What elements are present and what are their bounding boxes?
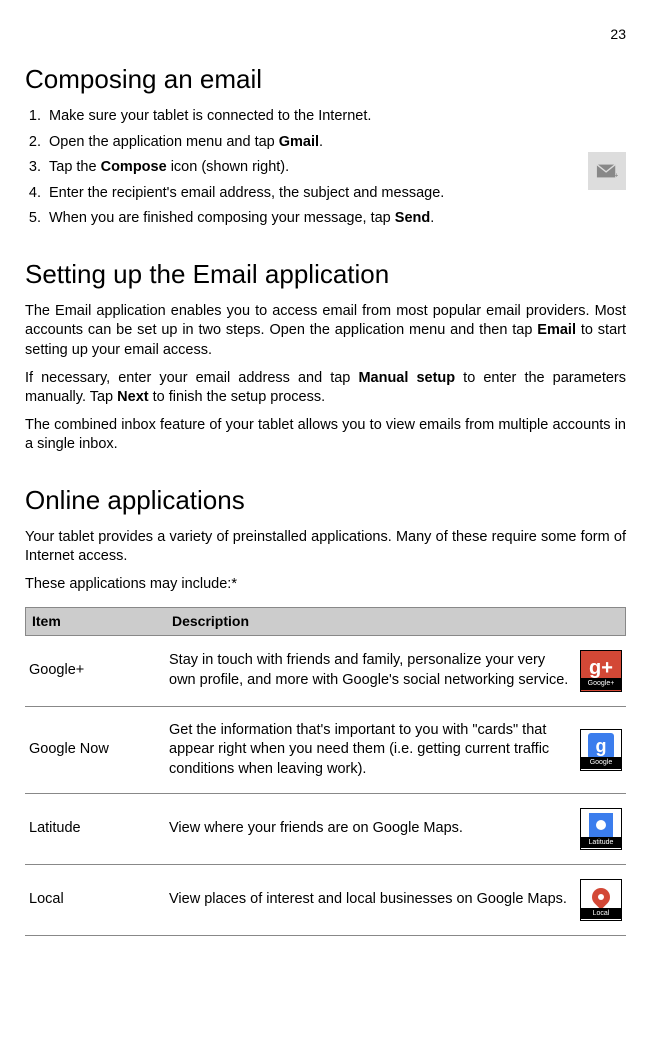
step-3-text: Tap the: [49, 159, 101, 175]
page-number: 23: [25, 25, 626, 44]
app-item-label: Latitude: [29, 819, 169, 839]
app-description: View places of interest and local busine…: [169, 890, 580, 910]
icon-label: Google: [581, 757, 621, 768]
p2c: to finish the setup process.: [149, 389, 326, 405]
step-2: Open the application menu and tap Gmail.: [45, 133, 626, 153]
app-item-label: Local: [29, 890, 169, 910]
step-5-text: When you are finished composing your mes…: [49, 210, 395, 226]
th-description: Description: [172, 612, 619, 631]
local-icon: Local: [580, 879, 622, 921]
th-item: Item: [32, 612, 172, 631]
step-3: Tap the Compose icon (shown right).: [45, 158, 626, 178]
email-para-2: If necessary, enter your email address a…: [25, 369, 626, 408]
step-3-suffix: icon (shown right).: [167, 159, 290, 175]
table-row: Latitude View where your friends are on …: [25, 794, 626, 865]
svg-text:+: +: [614, 170, 618, 179]
heading-composing-email: Composing an email: [25, 62, 626, 97]
compose-icon: +: [588, 152, 626, 190]
p1a: The Email application enables you to acc…: [25, 303, 626, 339]
step-2-suffix: .: [319, 134, 323, 150]
google-plus-icon: Google+: [580, 650, 622, 692]
step-2-text: Open the application menu and tap: [49, 134, 279, 150]
step-5: When you are finished composing your mes…: [45, 209, 626, 229]
send-bold: Send: [395, 210, 430, 226]
table-row: Google Now Get the information that's im…: [25, 707, 626, 795]
app-description: Stay in touch with friends and family, p…: [169, 651, 580, 690]
table-row: Google+ Stay in touch with friends and f…: [25, 636, 626, 707]
gmail-bold: Gmail: [279, 134, 319, 150]
p2bold2: Next: [117, 389, 148, 405]
app-item-label: Google+: [29, 661, 169, 681]
app-icon-container: Latitude: [580, 808, 622, 850]
email-para-1: The Email application enables you to acc…: [25, 302, 626, 361]
compose-bold: Compose: [101, 159, 167, 175]
icon-label: Local: [581, 908, 621, 919]
app-icon-container: Local: [580, 879, 622, 921]
steps-container: Make sure your tablet is connected to th…: [25, 107, 626, 229]
google-now-icon: g Google: [580, 729, 622, 771]
app-item-label: Google Now: [29, 740, 169, 760]
app-description: Get the information that's important to …: [169, 721, 580, 780]
icon-label: Latitude: [581, 837, 621, 848]
steps-list: Make sure your tablet is connected to th…: [25, 107, 626, 229]
app-icon-container: Google+: [580, 650, 622, 692]
app-icon-container: g Google: [580, 729, 622, 771]
online-para-2: These applications may include:*: [25, 575, 626, 595]
local-pin-glyph: [588, 884, 613, 909]
p2bold1: Manual setup: [358, 370, 455, 386]
step-4: Enter the recipient's email address, the…: [45, 184, 626, 204]
latitude-pin-glyph: [589, 813, 613, 837]
latitude-icon: Latitude: [580, 808, 622, 850]
step-5-suffix: .: [430, 210, 434, 226]
table-header: Item Description: [25, 607, 626, 636]
table-row: Local View places of interest and local …: [25, 865, 626, 936]
app-description: View where your friends are on Google Ma…: [169, 819, 580, 839]
email-para-3: The combined inbox feature of your table…: [25, 416, 626, 455]
google-g-glyph: g: [588, 733, 614, 759]
envelope-icon: +: [596, 163, 618, 179]
heading-online-applications: Online applications: [25, 483, 626, 518]
online-para-1: Your tablet provides a variety of preins…: [25, 528, 626, 567]
p1bold: Email: [537, 322, 576, 338]
heading-setting-up-email: Setting up the Email application: [25, 257, 626, 292]
p2a: If necessary, enter your email address a…: [25, 370, 358, 386]
step-1: Make sure your tablet is connected to th…: [45, 107, 626, 127]
icon-label: Google+: [581, 678, 621, 689]
